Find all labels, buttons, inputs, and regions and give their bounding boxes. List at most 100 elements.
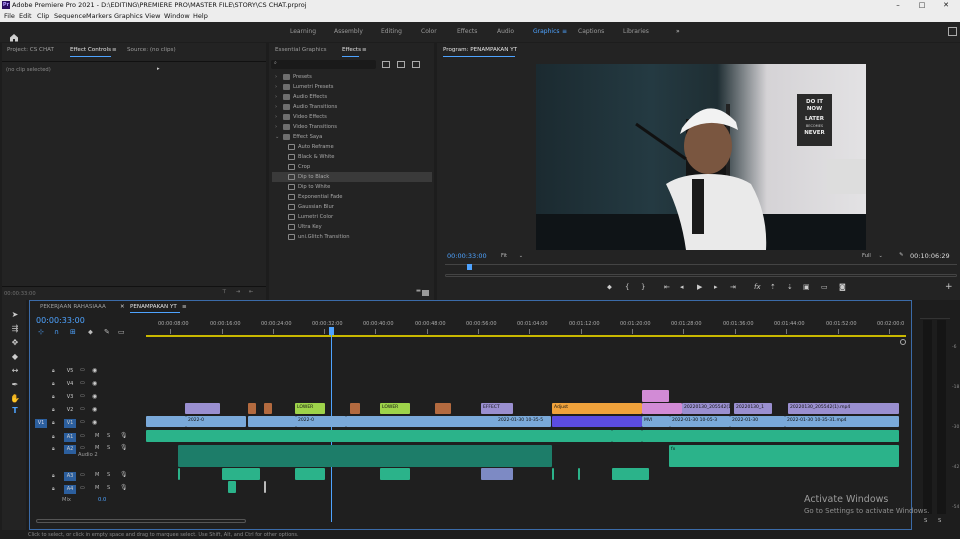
- step-forward-icon[interactable]: ▸: [714, 283, 718, 291]
- effect-crop[interactable]: Crop: [272, 162, 432, 172]
- track-label[interactable]: A1: [64, 433, 76, 442]
- track-label[interactable]: V5: [64, 367, 76, 376]
- video-clip[interactable]: [185, 403, 220, 414]
- video-clip[interactable]: [350, 403, 360, 414]
- effect-exponential-fade[interactable]: Exponential Fade: [272, 192, 432, 202]
- effects-menu-icon[interactable]: ≡: [362, 47, 367, 53]
- toggle-output-icon[interactable]: ◉: [92, 367, 97, 374]
- sync-lock-icon[interactable]: ▭: [80, 485, 85, 491]
- mark-out-icon[interactable]: }: [641, 283, 645, 291]
- play-icon[interactable]: ▶: [697, 283, 702, 291]
- program-title[interactable]: Program: PENAMPAKAN YT: [443, 47, 517, 53]
- track-label[interactable]: A2: [64, 445, 76, 454]
- effect-black-white[interactable]: Black & White: [272, 152, 432, 162]
- add-marker-icon[interactable]: ⬥: [88, 328, 93, 337]
- tab-project[interactable]: Project: CS CHAT: [7, 47, 54, 53]
- tab-effect-controls[interactable]: Effect Controls: [70, 47, 111, 53]
- workspace-libraries[interactable]: Libraries: [623, 28, 649, 35]
- workspace-graphics-menu-icon[interactable]: ≡: [562, 28, 567, 35]
- voiceover-mic-icon[interactable]: 🎙︎: [120, 444, 128, 451]
- pen-tool-icon[interactable]: ✒: [10, 380, 20, 390]
- audio-clip[interactable]: [578, 468, 580, 480]
- lock-icon[interactable]: 🔒︎: [52, 420, 55, 426]
- tab-effects[interactable]: Effects: [342, 47, 361, 53]
- timeline-settings-icon[interactable]: ✎: [104, 328, 110, 336]
- sync-lock-icon[interactable]: ▭: [80, 380, 85, 386]
- horizontal-zoom-scrollbar[interactable]: [36, 519, 246, 523]
- extract-icon[interactable]: ⇣: [787, 283, 793, 291]
- audio-clip[interactable]: [222, 468, 260, 480]
- accelerated-effects-icon[interactable]: [382, 61, 390, 68]
- maximize-icon[interactable]: □: [912, 0, 932, 11]
- effect-ultra-key[interactable]: Ultra Key: [272, 222, 432, 232]
- audio-clip[interactable]: [178, 445, 552, 467]
- quality-dropdown[interactable]: Full ⌄: [862, 253, 883, 259]
- menu-clip[interactable]: Clip: [37, 11, 49, 22]
- add-marker-icon[interactable]: ⬥: [607, 283, 612, 292]
- video-clip[interactable]: [435, 403, 451, 414]
- voiceover-mic-icon[interactable]: 🎙︎: [120, 471, 128, 478]
- go-to-out-icon[interactable]: ⇥: [730, 283, 736, 291]
- lock-icon[interactable]: 🔒︎: [52, 381, 55, 387]
- lock-icon[interactable]: 🔒︎: [52, 407, 55, 413]
- video-clip[interactable]: 20220130_205542(1).mp4: [788, 403, 899, 414]
- audio-clip[interactable]: [380, 468, 410, 480]
- type-tool-icon[interactable]: T: [10, 406, 20, 416]
- solo-right-button[interactable]: S: [938, 518, 941, 524]
- expand-arrow-icon[interactable]: ▸: [157, 66, 160, 72]
- new-bin-icon[interactable]: [422, 290, 429, 296]
- fx-icon[interactable]: fx: [754, 283, 761, 291]
- mini-playhead[interactable]: [467, 264, 472, 270]
- video-clip[interactable]: 2022-01-30: [730, 416, 785, 427]
- effect-uni-glitch-transition[interactable]: uni.Glitch Transition: [272, 232, 432, 242]
- track-label[interactable]: A4: [64, 485, 76, 494]
- razor-tool-icon[interactable]: ◆: [10, 352, 20, 362]
- folder-video-effects[interactable]: › Video Effects: [272, 112, 432, 122]
- track-label[interactable]: V2: [64, 406, 76, 415]
- mute-button[interactable]: M: [95, 445, 99, 451]
- lock-icon[interactable]: 🔒︎: [52, 394, 55, 400]
- audio-clip[interactable]: [481, 468, 513, 480]
- effect-dip-to-black[interactable]: Dip to Black: [272, 172, 432, 182]
- linked-selection-icon[interactable]: ⊞: [70, 328, 76, 336]
- step-back-icon[interactable]: ◂: [680, 283, 684, 291]
- video-clip[interactable]: 20220130_1: [734, 403, 772, 414]
- graphic-clip[interactable]: LOWER: [295, 403, 325, 414]
- toggle-output-icon[interactable]: ◉: [92, 406, 97, 413]
- video-clip[interactable]: [552, 416, 642, 427]
- audio-clip[interactable]: [264, 481, 266, 493]
- mix-value[interactable]: 0.0: [98, 497, 106, 503]
- close-tab-icon[interactable]: ✕: [120, 304, 125, 310]
- tab-essential-graphics[interactable]: Essential Graphics: [275, 47, 327, 53]
- folder-video-transitions[interactable]: › Video Transitions: [272, 122, 432, 132]
- effect-dip-to-white[interactable]: Dip to White: [272, 182, 432, 192]
- audio-clip[interactable]: [295, 468, 325, 480]
- captions-icon[interactable]: ▭: [118, 328, 125, 336]
- audio-clip[interactable]: [228, 481, 236, 493]
- workspace-graphics[interactable]: Graphics: [533, 28, 560, 35]
- track-select-tool-icon[interactable]: ⇶: [10, 324, 20, 334]
- video-clip[interactable]: [248, 403, 256, 414]
- effect-lumetri-color[interactable]: Lumetri Color: [272, 212, 432, 222]
- mute-button[interactable]: M: [95, 472, 99, 478]
- home-icon[interactable]: [9, 27, 19, 42]
- sync-lock-icon[interactable]: ▭: [80, 393, 85, 399]
- folder-presets[interactable]: › Presets: [272, 72, 432, 82]
- effects-search-input[interactable]: ⌕: [271, 60, 376, 69]
- workspace-editing[interactable]: Editing: [381, 28, 402, 35]
- effect-controls-menu-icon[interactable]: ≡: [112, 47, 117, 53]
- adjustment-clip[interactable]: [642, 390, 669, 402]
- sync-lock-icon[interactable]: ▭: [80, 472, 85, 478]
- playhead-line[interactable]: [331, 334, 332, 522]
- workspace-captions[interactable]: Captions: [578, 28, 604, 35]
- program-timecode[interactable]: 00:00:33:00: [447, 252, 487, 260]
- settings-wrench-icon[interactable]: ✎: [899, 252, 903, 258]
- video-clip[interactable]: 2022-01-30 10-35-5: [496, 416, 551, 427]
- selection-tool-icon[interactable]: ➤: [10, 310, 20, 320]
- folder-audio-transitions[interactable]: › Audio Transitions: [272, 102, 432, 112]
- effect-auto-reframe[interactable]: Auto Reframe: [272, 142, 432, 152]
- mini-timeline-ruler[interactable]: [445, 264, 957, 265]
- workspace-learning[interactable]: Learning: [290, 28, 316, 35]
- menu-edit[interactable]: Edit: [19, 11, 32, 22]
- video-frame[interactable]: DO IT NOW LATER BECOMES NEVER: [536, 64, 866, 250]
